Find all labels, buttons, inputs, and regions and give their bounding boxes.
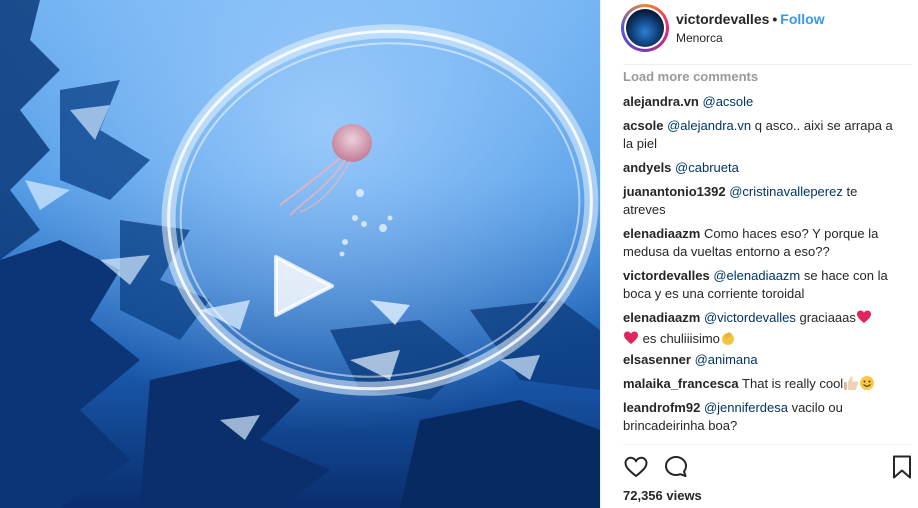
- play-icon[interactable]: [270, 253, 336, 319]
- location-link[interactable]: Menorca: [676, 31, 723, 45]
- view-count[interactable]: 72,356 views: [623, 488, 702, 503]
- post-sidebar: victordevalles • Follow Menorca Load more …: [600, 0, 918, 508]
- comment-username[interactable]: juanantonio1392: [623, 184, 726, 199]
- comment: leandrofm92 @jenniferdesa vacilo ou brin…: [623, 399, 893, 435]
- comment: victordevalles @elenadiaazm se hace con …: [623, 267, 893, 303]
- separator: •: [772, 11, 778, 27]
- comment: elenadiaazm Como haces eso? Y porque la …: [623, 225, 893, 261]
- comment-mention[interactable]: @cristinavalleperez: [729, 184, 843, 199]
- thumbs-up-emoji-icon: [843, 375, 859, 396]
- comment: malaika_francesca That is really cool: [623, 375, 893, 396]
- comment: elsasenner @animana: [623, 351, 893, 369]
- avatar[interactable]: [621, 4, 669, 52]
- clapping-emoji-icon: [720, 330, 736, 351]
- heart-icon[interactable]: [623, 454, 649, 480]
- actions-divider: [623, 444, 912, 445]
- comment-text: graciaaas: [795, 310, 856, 325]
- header-divider: [623, 64, 912, 65]
- comment-username[interactable]: elenadiaazm: [623, 310, 700, 325]
- comment: elenadiaazm @victordevalles graciaaas es…: [623, 309, 893, 351]
- follow-button[interactable]: Follow: [780, 11, 824, 27]
- comment-mention[interactable]: @cabrueta: [675, 160, 739, 175]
- comment-text: That is really cool: [742, 376, 844, 391]
- comment-username[interactable]: malaika_francesca: [623, 376, 739, 391]
- comment-username[interactable]: leandrofm92: [623, 400, 700, 415]
- comment-text: q asco.. aixi se arrapa a la piel: [623, 118, 893, 151]
- comment: acsole @alejandra.vn q asco.. aixi se ar…: [623, 117, 893, 153]
- comment-username[interactable]: acsole: [623, 118, 663, 133]
- heart-emoji-icon: [856, 309, 872, 330]
- comment: juanantonio1392 @cristinavalleperez te a…: [623, 183, 893, 219]
- comment-mention[interactable]: @jenniferdesa: [704, 400, 788, 415]
- comment-username[interactable]: elsasenner: [623, 352, 691, 367]
- load-more-comments-button[interactable]: Load more comments: [623, 69, 758, 84]
- post-header-user: victordevalles • Follow: [676, 11, 825, 27]
- comment-mention[interactable]: @victordevalles: [704, 310, 796, 325]
- comment-icon[interactable]: [663, 454, 689, 480]
- post-actions: [623, 454, 913, 480]
- comment: andyels @cabrueta: [623, 159, 893, 177]
- comment-username[interactable]: andyels: [623, 160, 671, 175]
- comment-mention[interactable]: @elenadiaazm: [713, 268, 800, 283]
- comment-text-continued: es chuliiisimo: [639, 331, 720, 346]
- comment-username[interactable]: victordevalles: [623, 268, 710, 283]
- smiley-emoji-icon: [859, 375, 875, 396]
- bookmark-icon[interactable]: [889, 454, 915, 480]
- comment-username[interactable]: elenadiaazm: [623, 226, 700, 241]
- comment-username[interactable]: alejandra.vn: [623, 94, 699, 109]
- comment-mention[interactable]: @acsole: [703, 94, 754, 109]
- heart-emoji-icon: [623, 330, 639, 351]
- post-view: victordevalles • Follow Menorca Load more …: [0, 0, 918, 508]
- username-link[interactable]: victordevalles: [676, 11, 769, 27]
- comment-mention[interactable]: @animana: [695, 352, 758, 367]
- post-video[interactable]: [0, 0, 600, 508]
- comment-mention[interactable]: @alejandra.vn: [667, 118, 751, 133]
- comment: alejandra.vn @acsole: [623, 93, 893, 111]
